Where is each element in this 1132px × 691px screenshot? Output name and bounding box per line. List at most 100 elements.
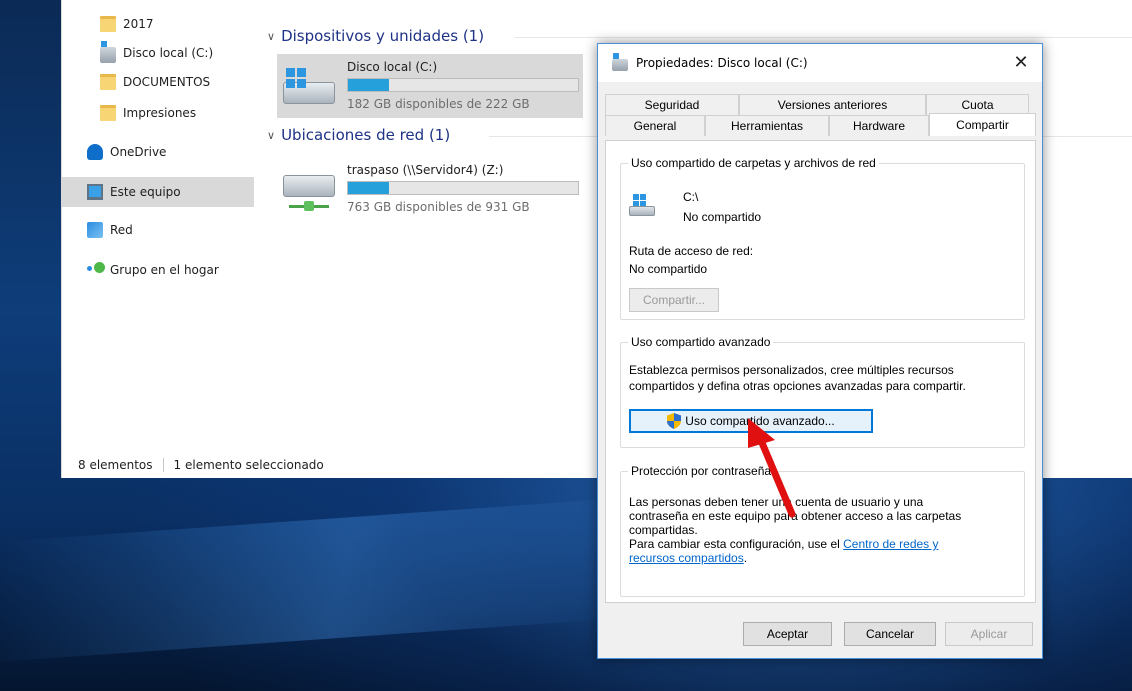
drive-icon xyxy=(100,41,116,63)
navigation-pane: 2017 Disco local (C:) DOCUMENTOS Impresi… xyxy=(62,0,257,452)
nav-item-label: Disco local (C:) xyxy=(123,46,214,60)
network-icon xyxy=(87,222,103,238)
button-label: Uso compartido avanzado... xyxy=(685,414,835,428)
password-text: Para cambiar esta configuración, use el xyxy=(629,537,840,551)
password-text-line-5: recursos compartidos. xyxy=(629,551,747,565)
group-advanced-sharing: Uso compartido avanzado Establezca permi… xyxy=(620,335,1025,448)
group-network-sharing: Uso compartido de carpetas y archivos de… xyxy=(620,156,1025,320)
nav-item-label: Impresiones xyxy=(123,106,197,120)
tab-label: Cuota xyxy=(961,98,994,112)
password-text-line-3: compartidas. xyxy=(629,523,698,537)
desktop-light-streak xyxy=(0,498,620,662)
share-path: C:\ xyxy=(683,190,699,204)
tab-herramientas[interactable]: Herramientas xyxy=(705,115,829,136)
tab-hardware[interactable]: Hardware xyxy=(829,115,929,136)
status-separator xyxy=(162,458,164,472)
tab-seguridad[interactable]: Seguridad xyxy=(605,94,739,115)
tab-label: General xyxy=(633,119,677,133)
tab-versiones-anteriores[interactable]: Versiones anteriores xyxy=(739,94,926,115)
group-title: Uso compartido de carpetas y archivos de… xyxy=(628,156,879,170)
folder-icon xyxy=(100,105,116,121)
close-button[interactable]: ✕ xyxy=(1006,48,1036,76)
share-state: No compartido xyxy=(683,210,762,224)
nav-item-red[interactable]: Red xyxy=(62,215,254,245)
network-path-label: Ruta de acceso de red: xyxy=(629,244,754,258)
group-title: Protección por contraseña xyxy=(628,464,775,478)
nav-item-label: Red xyxy=(110,223,133,237)
tab-page-compartir: Uso compartido de carpetas y archivos de… xyxy=(605,140,1036,603)
chevron-down-icon: ∨ xyxy=(267,128,276,142)
folder-icon xyxy=(100,16,116,32)
onedrive-icon xyxy=(87,144,103,160)
period-text: . xyxy=(743,551,748,565)
nav-item-este-equipo[interactable]: Este equipo xyxy=(62,177,254,207)
advanced-description-line-2: compartidos y defina otras opciones avan… xyxy=(629,379,966,393)
nav-item-grupo-hogar[interactable]: Grupo en el hogar xyxy=(62,255,254,285)
password-text-line-4: Para cambiar esta configuración, use el … xyxy=(629,537,939,551)
drive-free-space: 763 GB disponibles de 931 GB xyxy=(347,200,530,214)
tab-label: Versiones anteriores xyxy=(777,98,888,112)
group-header-devices[interactable]: ∨ Dispositivos y unidades (1) xyxy=(267,25,484,47)
advanced-description-line-1: Establezca permisos personalizados, cree… xyxy=(629,363,954,377)
cancel-button[interactable]: Cancelar xyxy=(844,622,936,646)
ok-button[interactable]: Aceptar xyxy=(743,622,832,646)
drive-free-space: 182 GB disponibles de 222 GB xyxy=(347,97,530,111)
tab-compartir[interactable]: Compartir xyxy=(929,113,1036,136)
network-center-link[interactable]: Centro de redes y xyxy=(843,537,938,551)
group-header-network[interactable]: ∨ Ubicaciones de red (1) xyxy=(267,124,450,146)
drive-icon xyxy=(629,194,659,220)
nav-item-impresiones[interactable]: Impresiones xyxy=(62,98,254,128)
group-divider xyxy=(515,37,1132,38)
group-password-protection: Protección por contraseña Las personas d… xyxy=(620,464,1025,597)
group-header-label: Dispositivos y unidades (1) xyxy=(281,27,485,45)
network-path-value: No compartido xyxy=(629,262,708,276)
tab-cuota[interactable]: Cuota xyxy=(926,94,1029,115)
password-text-line-1: Las personas deben tener una cuenta de u… xyxy=(629,495,924,509)
nav-item-label: Grupo en el hogar xyxy=(110,263,219,277)
drive-tile-network[interactable]: traspaso (\\Servidor4) (Z:) 763 GB dispo… xyxy=(277,157,583,221)
nav-item-label: OneDrive xyxy=(110,145,167,159)
nav-item-documentos[interactable]: DOCUMENTOS xyxy=(62,67,254,97)
dialog-title: Propiedades: Disco local (C:) xyxy=(636,56,808,70)
status-item-count: 8 elementos xyxy=(78,458,153,472)
drive-tile-local[interactable]: Disco local (C:) 182 GB disponibles de 2… xyxy=(277,54,583,118)
drive-icon xyxy=(283,68,335,106)
nav-item-2017[interactable]: 2017 xyxy=(62,9,254,39)
button-label: Compartir... xyxy=(642,293,705,307)
button-label: Aplicar xyxy=(970,627,1008,641)
nav-item-label: Este equipo xyxy=(110,185,181,199)
tab-label: Seguridad xyxy=(644,98,700,112)
advanced-sharing-button[interactable]: Uso compartido avanzado... xyxy=(629,409,873,433)
chevron-down-icon: ∨ xyxy=(267,29,276,43)
tab-label: Hardware xyxy=(852,119,906,133)
properties-dialog: Propiedades: Disco local (C:) ✕ Segurida… xyxy=(597,43,1043,659)
nav-item-disco-local[interactable]: Disco local (C:) xyxy=(62,38,254,68)
drive-usage-bar xyxy=(347,78,579,92)
group-header-label: Ubicaciones de red (1) xyxy=(281,126,451,144)
nav-item-label: 2017 xyxy=(123,17,154,31)
dialog-title-bar[interactable]: Propiedades: Disco local (C:) ✕ xyxy=(598,44,1042,82)
pc-icon xyxy=(87,184,103,200)
tab-label: Compartir xyxy=(956,118,1009,132)
nav-item-onedrive[interactable]: OneDrive xyxy=(62,137,254,167)
status-selection: 1 elemento seleccionado xyxy=(173,458,324,472)
drive-icon xyxy=(612,53,628,71)
share-button[interactable]: Compartir... xyxy=(629,288,719,312)
network-drive-icon xyxy=(283,171,335,211)
tab-general[interactable]: General xyxy=(605,115,705,136)
drive-name: traspaso (\\Servidor4) (Z:) xyxy=(347,163,504,177)
nav-item-label: DOCUMENTOS xyxy=(123,75,211,89)
button-label: Cancelar xyxy=(865,627,915,641)
tab-label: Herramientas xyxy=(730,119,804,133)
apply-button[interactable]: Aplicar xyxy=(945,622,1033,646)
folder-icon xyxy=(100,74,116,90)
password-text-line-2: contraseña en este equipo para obtener a… xyxy=(629,509,962,523)
network-center-link-continued[interactable]: recursos compartidos xyxy=(629,551,744,565)
uac-shield-icon xyxy=(667,413,682,429)
drive-usage-bar xyxy=(347,181,579,195)
homegroup-icon xyxy=(87,262,105,278)
drive-name: Disco local (C:) xyxy=(347,60,438,74)
button-label: Aceptar xyxy=(766,627,809,641)
close-icon: ✕ xyxy=(1013,51,1029,73)
group-title: Uso compartido avanzado xyxy=(628,335,774,349)
